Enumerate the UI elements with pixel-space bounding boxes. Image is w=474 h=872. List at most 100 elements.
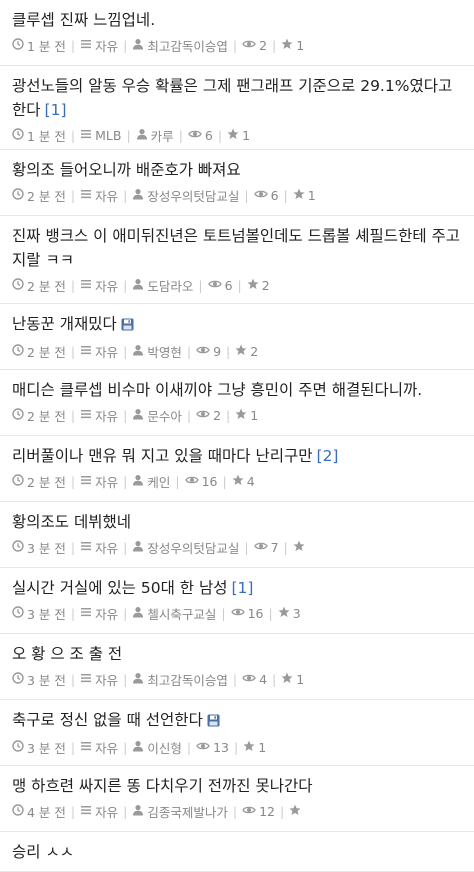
view-count-value: 16 <box>201 473 218 489</box>
post-title[interactable]: 광선노들의 알동 우승 확률은 그제 팬그래프 기준으로 29.1%였다고 한다… <box>12 74 462 122</box>
user-icon <box>132 38 144 53</box>
view-count: 6 <box>188 128 213 143</box>
view-count-value: 6 <box>224 277 233 293</box>
star-icon <box>235 408 247 423</box>
eye-icon <box>196 408 210 423</box>
meta-separator: | <box>70 343 76 359</box>
post-author: 최고감독이승엽 <box>132 36 228 55</box>
meta-separator: | <box>70 277 76 293</box>
post-title-text: 리버풀이나 맨유 뭐 지고 있을 때마다 난리구만 <box>12 447 313 465</box>
star-icon <box>278 606 290 621</box>
user-icon <box>132 278 144 293</box>
post-time: 2 분 전 <box>12 186 66 205</box>
post-time-value: 3 분 전 <box>27 672 66 688</box>
meta-separator: | <box>186 343 192 359</box>
post-title[interactable]: 진짜 뱅크스 이 애미뒤진년은 토트넘볼인데도 드롭볼 셰필드한테 주고 지랄 … <box>12 224 462 272</box>
post-time-value: 3 분 전 <box>27 740 66 756</box>
star-icon <box>289 804 301 819</box>
post-time: 2 분 전 <box>12 342 66 361</box>
save-icon <box>121 314 134 338</box>
user-icon <box>132 740 144 755</box>
eye-icon <box>242 672 256 687</box>
post-author-value: 김종국제발나가 <box>147 804 228 820</box>
post-board: 자유 <box>80 36 118 55</box>
vote-count: 1 <box>281 672 304 687</box>
post-row[interactable]: 승리 ㅅㅅ <box>0 832 474 872</box>
post-time: 4 분 전 <box>12 802 66 821</box>
view-count-value: 7 <box>270 539 279 555</box>
post-row[interactable]: 진짜 뱅크스 이 애미뒤진년은 토트넘볼인데도 드롭볼 셰필드한테 주고 지랄 … <box>0 216 474 304</box>
post-row[interactable]: 맹 하흐련 싸지른 똥 다치우기 전까진 못나간다 4 분 전 | 자유 | 김종국제발나… <box>0 766 474 832</box>
vote-count <box>289 804 304 819</box>
board-icon <box>80 128 92 143</box>
post-title[interactable]: 매디슨 클루셉 비수마 이새끼야 그냥 흥민이 주면 해결된다니까. <box>12 378 462 402</box>
post-title[interactable]: 승리 ㅅㅅ <box>12 840 462 864</box>
post-row[interactable]: 리버풀이나 맨유 뭐 지고 있을 때마다 난리구만 [2] 2 분 전 | 자유 | 케인 |… <box>0 436 474 502</box>
meta-separator: | <box>123 605 128 621</box>
post-title[interactable]: 난동꾼 개재밌다 <box>12 312 462 338</box>
post-row[interactable]: 클루셉 진짜 느낌업네. 1 분 전 | 자유 | 최고감독이승엽 | 2 | 1 <box>0 0 474 66</box>
post-title[interactable]: 오 황 으 조 출 전 <box>12 642 462 666</box>
clock-icon <box>12 739 24 755</box>
board-icon <box>80 278 92 293</box>
post-list: 클루셉 진짜 느낌업네. 1 분 전 | 자유 | 최고감독이승엽 | 2 | 1 광선노들의 알동… <box>0 0 474 872</box>
post-title[interactable]: 황의조 들어오니까 배준호가 빠져요 <box>12 158 462 182</box>
post-row[interactable]: 실시간 거실에 있는 50대 한 남성 [1] 3 분 전 | 자유 | 첼시축구교실 | 16… <box>0 568 474 634</box>
post-title[interactable]: 실시간 거실에 있는 50대 한 남성 [1] <box>12 576 462 600</box>
comment-count[interactable]: [1] <box>45 101 67 119</box>
meta-separator: | <box>186 739 192 755</box>
post-meta: 3 분 전 | 자유 | 첼시축구교실 | 16 | 3 <box>12 600 462 626</box>
star-icon <box>281 38 293 53</box>
post-author-value: 카루 <box>150 128 174 144</box>
post-author: 케인 <box>132 472 170 491</box>
post-row[interactable]: 매디슨 클루셉 비수마 이새끼야 그냥 흥민이 주면 해결된다니까. 2 분 전 |… <box>0 370 474 436</box>
meta-separator: | <box>226 343 231 359</box>
eye-icon <box>188 128 202 143</box>
vote-count-value: 1 <box>296 671 305 687</box>
meta-separator: | <box>123 407 128 423</box>
star-icon <box>243 740 255 755</box>
view-count-value: 13 <box>213 739 229 755</box>
user-icon <box>132 606 144 621</box>
post-time: 2 분 전 <box>12 472 66 491</box>
post-meta: 3 분 전 | 자유 | 장성우의텃담교실 | 7 | <box>12 534 462 560</box>
post-row[interactable]: 황의조 들어오니까 배준호가 빠져요 2 분 전 | 자유 | 장성우의텃담교실 | 6 | 1 <box>0 150 474 216</box>
post-board: 자유 <box>80 738 118 757</box>
post-title[interactable]: 황의조도 데뷔했네 <box>12 510 462 534</box>
meta-separator: | <box>244 187 249 203</box>
meta-separator: | <box>178 127 183 143</box>
post-row[interactable]: 황의조도 데뷔했네 3 분 전 | 자유 | 장성우의텃담교실 | 7 | <box>0 502 474 568</box>
post-row[interactable]: 오 황 으 조 출 전3 분 전 | 자유 | 최고감독이승엽 | 4 | 1 <box>0 634 474 700</box>
post-meta: 1 분 전 | 자유 | 최고감독이승엽 | 2 | 1 <box>12 32 462 58</box>
post-time-value: 2 분 전 <box>27 188 66 204</box>
post-time: 2 분 전 <box>12 276 66 295</box>
post-row[interactable]: 난동꾼 개재밌다 2 분 전 | 자유 | 박영현 | 9 | 2 <box>0 304 474 370</box>
post-title[interactable]: 리버풀이나 맨유 뭐 지고 있을 때마다 난리구만 [2] <box>12 444 462 468</box>
eye-icon <box>196 344 210 359</box>
user-icon <box>132 540 144 555</box>
meta-separator: | <box>123 187 128 203</box>
post-author-value: 박영현 <box>147 344 182 360</box>
vote-count-value: 1 <box>307 187 316 203</box>
post-author: 이신형 <box>132 738 182 757</box>
post-title[interactable]: 맹 하흐련 싸지른 똥 다치우기 전까진 못나간다 <box>12 774 462 798</box>
view-count-value: 9 <box>213 343 222 359</box>
comment-count[interactable]: [2] <box>317 447 339 465</box>
star-icon <box>227 128 239 143</box>
post-title[interactable]: 클루셉 진짜 느낌업네. <box>12 8 462 32</box>
star-icon <box>235 344 247 359</box>
post-title-text: 승리 ㅅㅅ <box>12 843 74 861</box>
post-author: 최고감독이승엽 <box>132 670 228 689</box>
post-row[interactable]: 광선노들의 알동 우승 확률은 그제 팬그래프 기준으로 29.1%였다고 한다… <box>0 66 474 150</box>
meta-separator: | <box>126 127 131 143</box>
comment-count[interactable]: [1] <box>231 579 253 597</box>
view-count: 16 <box>230 606 264 621</box>
post-title-text: 축구로 정신 없을 때 선언한다 <box>12 711 203 729</box>
meta-separator: | <box>70 187 76 203</box>
meta-separator: | <box>123 277 128 293</box>
vote-count-value: 1 <box>258 739 267 755</box>
post-title[interactable]: 축구로 정신 없을 때 선언한다 <box>12 708 462 734</box>
post-row[interactable]: 축구로 정신 없을 때 선언한다 3 분 전 | 자유 | 이신형 | 13 | 1 <box>0 700 474 766</box>
post-author: 도담라오 <box>132 276 193 295</box>
star-icon <box>293 188 305 203</box>
